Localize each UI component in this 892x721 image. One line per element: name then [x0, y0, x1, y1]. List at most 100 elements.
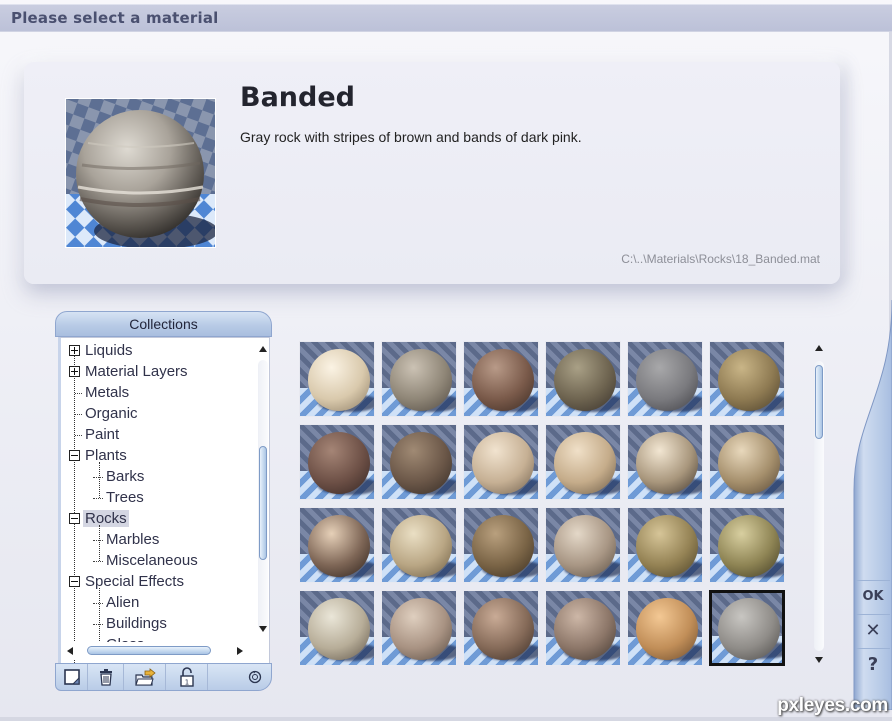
material-thumbnail[interactable]	[627, 341, 703, 417]
padlock-open-icon: 1	[179, 667, 194, 687]
material-description: Gray rock with stripes of brown and band…	[240, 129, 582, 145]
material-sphere-icon	[472, 349, 534, 411]
material-thumbnail[interactable]	[545, 507, 621, 583]
tree-item-metals[interactable]: Metals	[69, 382, 259, 403]
material-thumbnail[interactable]	[709, 424, 785, 500]
material-sphere-icon	[636, 432, 698, 494]
tree-item-special-effects[interactable]: Special Effects	[69, 571, 259, 592]
tree-item-rocks[interactable]: Rocks	[69, 508, 259, 529]
material-thumbnail[interactable]	[627, 590, 703, 666]
scroll-left-arrow-icon[interactable]	[67, 647, 73, 655]
tree-item-label: Paint	[85, 426, 120, 443]
tree-item-trees[interactable]: Trees	[69, 487, 259, 508]
material-preview	[65, 98, 216, 248]
material-sphere-icon	[390, 432, 452, 494]
tree-item-material-layers[interactable]: Material Layers	[69, 361, 259, 382]
material-name: Banded	[240, 82, 355, 113]
material-thumbnail[interactable]	[463, 590, 539, 666]
tree-child-guide-line	[99, 462, 100, 498]
material-sphere-icon	[308, 432, 370, 494]
material-thumbnail[interactable]	[709, 507, 785, 583]
collections-toolbar: 1	[55, 663, 272, 691]
material-sphere-icon	[718, 515, 780, 577]
tree-vertical-scrollbar[interactable]	[255, 338, 269, 658]
tree-item-label: Marbles	[106, 531, 160, 548]
unlock-button[interactable]: 1	[166, 664, 208, 690]
tree-item-alien[interactable]: Alien	[69, 592, 259, 613]
material-thumbnail[interactable]	[381, 590, 457, 666]
tree-item-organic[interactable]: Organic	[69, 403, 259, 424]
cancel-button[interactable]: ✕	[856, 614, 890, 646]
tree-connector	[93, 539, 103, 541]
tree-hscroll-thumb[interactable]	[87, 646, 211, 655]
material-thumbnail[interactable]	[299, 341, 375, 417]
tree-item-plants[interactable]: Plants	[69, 445, 259, 466]
tree-connector	[93, 602, 103, 604]
tree-connector	[93, 497, 103, 499]
material-sphere-icon	[718, 349, 780, 411]
material-thumbnail[interactable]	[299, 507, 375, 583]
grid-scroll-thumb[interactable]	[815, 365, 823, 439]
tree-item-label: Alien	[106, 594, 140, 611]
grid-vertical-scrollbar[interactable]	[810, 343, 828, 665]
material-thumbnail[interactable]	[381, 341, 457, 417]
collapse-icon[interactable]	[69, 513, 80, 524]
action-strip: OK ✕ ?	[852, 300, 892, 710]
scroll-right-arrow-icon[interactable]	[237, 647, 243, 655]
material-thumbnail[interactable]	[299, 424, 375, 500]
window-bottom-edge	[0, 717, 892, 721]
new-collection-button[interactable]	[56, 664, 88, 690]
tree-item-barks[interactable]: Barks	[69, 466, 259, 487]
material-thumbnail[interactable]	[545, 590, 621, 666]
material-thumbnail[interactable]	[709, 341, 785, 417]
tree-item-marbles[interactable]: Marbles	[69, 529, 259, 550]
tree-item-miscelaneous[interactable]: Miscelaneous	[69, 550, 259, 571]
material-thumbnail[interactable]	[709, 590, 785, 666]
expand-icon[interactable]	[69, 345, 80, 356]
material-sphere-icon	[472, 432, 534, 494]
ok-button[interactable]: OK	[856, 580, 890, 612]
material-thumbnail[interactable]	[545, 424, 621, 500]
material-sphere-icon	[554, 349, 616, 411]
collapse-icon[interactable]	[69, 450, 80, 461]
tree-scroll-thumb[interactable]	[259, 446, 267, 560]
tree-child-guide-line	[99, 525, 100, 561]
scroll-up-arrow-icon[interactable]	[259, 346, 267, 352]
tree-item-buildings[interactable]: Buildings	[69, 613, 259, 634]
tree-connector	[93, 623, 103, 625]
title-bar: Please select a material	[0, 4, 892, 32]
import-button[interactable]	[124, 664, 166, 690]
tree-connector	[75, 392, 82, 394]
tree-horizontal-scrollbar[interactable]	[61, 642, 259, 660]
tree-item-label: Barks	[106, 468, 145, 485]
collapse-icon[interactable]	[69, 576, 80, 587]
material-thumbnail[interactable]	[463, 341, 539, 417]
grid-scroll-down-arrow-icon[interactable]	[815, 657, 823, 663]
scroll-down-arrow-icon[interactable]	[259, 626, 267, 632]
tree-item-label: Buildings	[106, 615, 167, 632]
material-sphere-icon	[554, 432, 616, 494]
material-thumbnail[interactable]	[381, 507, 457, 583]
material-sphere-icon	[718, 432, 780, 494]
material-thumbnail[interactable]	[463, 424, 539, 500]
grid-scroll-up-arrow-icon[interactable]	[815, 345, 823, 351]
refresh-button[interactable]	[208, 664, 271, 690]
material-thumbnail[interactable]	[463, 507, 539, 583]
tree-item-label: Trees	[106, 489, 144, 506]
collections-tree[interactable]: Liquids Material Layers Metals Organic Paint…	[58, 337, 270, 671]
tree-item-label: Rocks	[83, 510, 129, 527]
material-sphere-icon	[308, 349, 370, 411]
tree-item-paint[interactable]: Paint	[69, 424, 259, 445]
tree-item-liquids[interactable]: Liquids	[69, 340, 259, 361]
collections-panel: Collections Liquids Material Layers Metals…	[55, 311, 272, 691]
material-thumbnail[interactable]	[299, 590, 375, 666]
help-button[interactable]: ?	[856, 648, 890, 680]
material-thumbnail[interactable]	[627, 424, 703, 500]
tree-connector	[93, 476, 103, 478]
delete-button[interactable]	[88, 664, 124, 690]
material-thumbnail[interactable]	[545, 341, 621, 417]
expand-icon[interactable]	[69, 366, 80, 377]
collections-header: Collections	[55, 311, 272, 337]
material-thumbnail[interactable]	[627, 507, 703, 583]
material-thumbnail[interactable]	[381, 424, 457, 500]
